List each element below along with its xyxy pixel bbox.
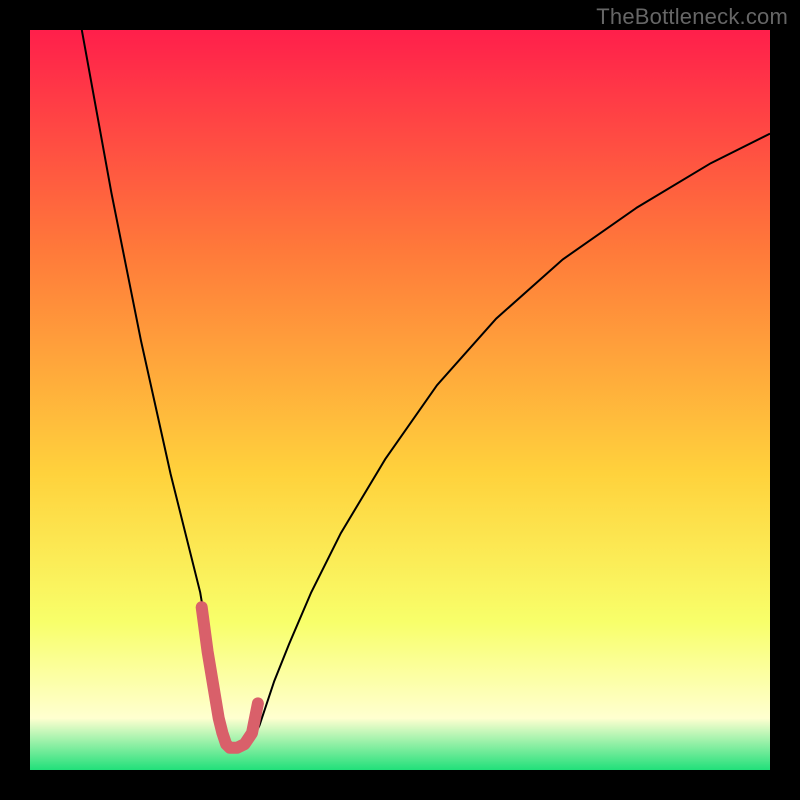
chart-container: TheBottleneck.com [0,0,800,800]
bottleneck-chart [30,30,770,770]
chart-background-gradient [30,30,770,770]
watermark-text: TheBottleneck.com [596,4,788,30]
